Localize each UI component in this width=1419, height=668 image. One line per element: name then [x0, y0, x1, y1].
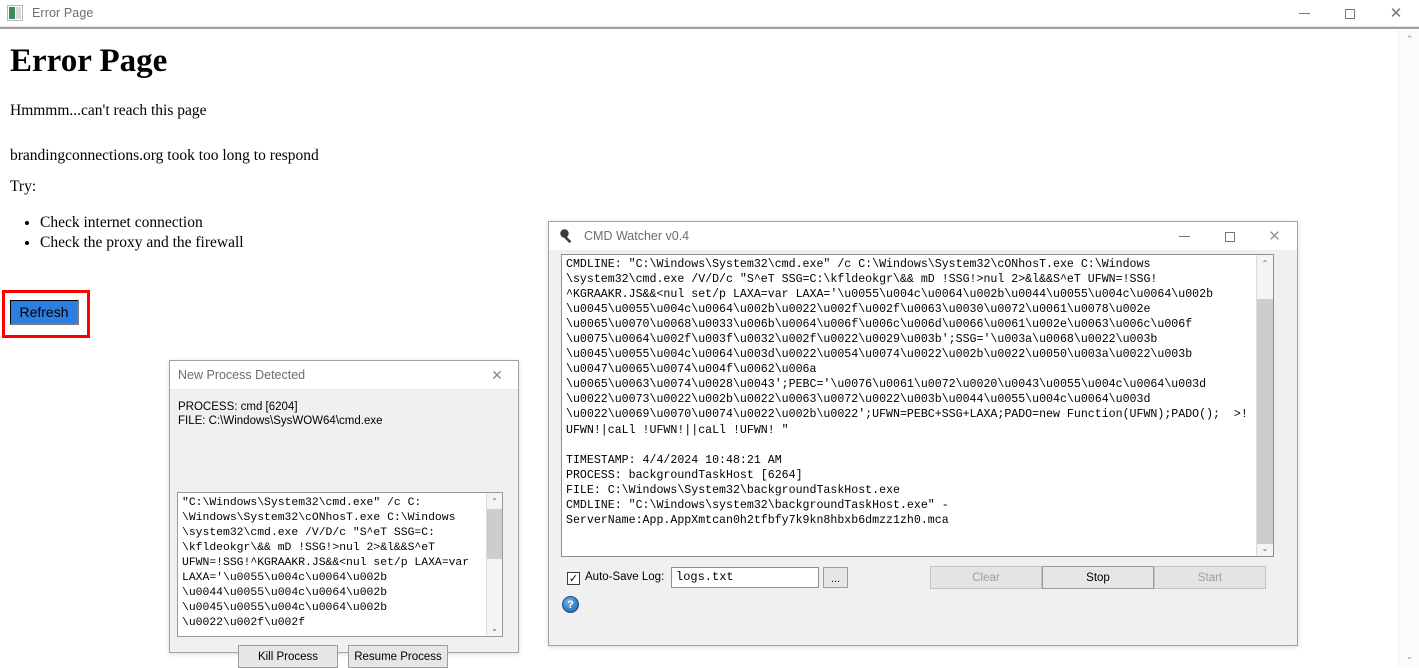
scroll-up-icon[interactable]: ⌃: [487, 493, 502, 509]
main-window-controls: ✕: [1281, 0, 1419, 27]
scroll-down-icon[interactable]: ⌄: [1399, 647, 1419, 666]
new-process-titlebar[interactable]: New Process Detected ✕: [170, 361, 518, 390]
cmd-watcher-close-button[interactable]: ✕: [1252, 222, 1297, 251]
kill-process-button[interactable]: Kill Process: [238, 645, 338, 668]
close-icon: ✕: [1389, 4, 1403, 22]
minimize-icon: [1298, 13, 1310, 14]
cmd-watcher-body: CMDLINE: "C:\Windows\System32\cmd.exe" /…: [549, 251, 1297, 645]
page-message-detail: brandingconnections.org took too long to…: [10, 147, 319, 164]
cmd-watcher-title: CMD Watcher v0.4: [584, 229, 690, 243]
cmd-watcher-log-text: CMDLINE: "C:\Windows\System32\cmd.exe" /…: [566, 258, 1248, 527]
scrollbar-thumb[interactable]: [487, 509, 502, 559]
new-process-process-line: PROCESS: cmd [6204]: [178, 401, 298, 413]
cmd-watcher-maximize-button[interactable]: [1207, 222, 1252, 251]
magnifier-icon: [558, 228, 575, 245]
scrollbar-thumb[interactable]: [1257, 299, 1273, 544]
cmd-watcher-window: CMD Watcher v0.4 ✕ CMDLINE: "C:\Windows\…: [548, 221, 1298, 646]
cmd-watcher-log-scrollbar[interactable]: ⌃ ⌄: [1256, 255, 1273, 556]
scroll-up-icon[interactable]: ⌃: [1257, 255, 1273, 271]
list-item: Check internet connection: [40, 214, 244, 232]
scroll-down-icon[interactable]: ⌄: [1257, 540, 1273, 556]
auto-save-checkbox[interactable]: ✓: [567, 572, 580, 585]
maximize-icon: [1345, 8, 1355, 19]
suggestion-list: Check internet connection Check the prox…: [10, 214, 244, 254]
app-icon: [7, 5, 23, 21]
page-try-label: Try:: [10, 178, 37, 195]
log-file-input[interactable]: logs.txt: [671, 567, 819, 588]
new-process-cmdline-text: "C:\Windows\System32\cmd.exe" /c C: \Win…: [182, 497, 470, 629]
page-title: Error Page: [10, 43, 168, 79]
minimize-button[interactable]: [1281, 0, 1327, 27]
cmd-watcher-log-textarea[interactable]: CMDLINE: "C:\Windows\System32\cmd.exe" /…: [561, 254, 1274, 557]
list-item: Check the proxy and the firewall: [40, 234, 244, 252]
maximize-button[interactable]: [1327, 0, 1373, 27]
stop-button[interactable]: Stop: [1042, 566, 1154, 589]
help-icon[interactable]: ?: [562, 596, 579, 613]
new-process-title: New Process Detected: [178, 368, 306, 382]
close-icon: ✕: [1268, 227, 1281, 245]
new-process-info: PROCESS: cmd [6204] FILE: C:\Windows\Sys…: [178, 400, 383, 428]
auto-save-label: Auto-Save Log:: [585, 571, 665, 583]
start-button[interactable]: Start: [1154, 566, 1266, 589]
refresh-button[interactable]: Refresh: [10, 300, 79, 325]
clear-button[interactable]: Clear: [930, 566, 1042, 589]
cmd-watcher-minimize-button[interactable]: [1162, 222, 1207, 251]
new-process-cmdline-textarea[interactable]: "C:\Windows\System32\cmd.exe" /c C: \Win…: [177, 492, 503, 637]
new-process-scrollbar[interactable]: ⌃ ⌄: [486, 493, 502, 636]
new-process-body: PROCESS: cmd [6204] FILE: C:\Windows\Sys…: [170, 390, 518, 668]
page-message-primary: Hmmmm...can't reach this page: [10, 102, 207, 119]
titlebar-divider: [0, 27, 1419, 29]
minimize-icon: [1179, 236, 1190, 237]
close-button[interactable]: ✕: [1373, 0, 1419, 27]
maximize-icon: [1224, 231, 1235, 242]
new-process-dialog: New Process Detected ✕ PROCESS: cmd [620…: [169, 360, 519, 668]
resume-process-button[interactable]: Resume Process: [348, 645, 448, 668]
scroll-up-icon[interactable]: ⌃: [1399, 30, 1419, 49]
new-process-close-button[interactable]: ✕: [476, 361, 518, 390]
cmd-watcher-titlebar[interactable]: CMD Watcher v0.4 ✕: [549, 222, 1297, 251]
new-process-file-line: FILE: C:\Windows\SysWOW64\cmd.exe: [178, 415, 383, 427]
scroll-down-icon[interactable]: ⌄: [487, 620, 502, 636]
page-scrollbar[interactable]: ⌃ ⌄: [1398, 30, 1419, 666]
main-titlebar[interactable]: Error Page ✕: [0, 0, 1419, 27]
cmd-watcher-controls: ✕: [1162, 222, 1297, 251]
browse-button[interactable]: ...: [823, 567, 848, 588]
window-title: Error Page: [32, 6, 94, 20]
